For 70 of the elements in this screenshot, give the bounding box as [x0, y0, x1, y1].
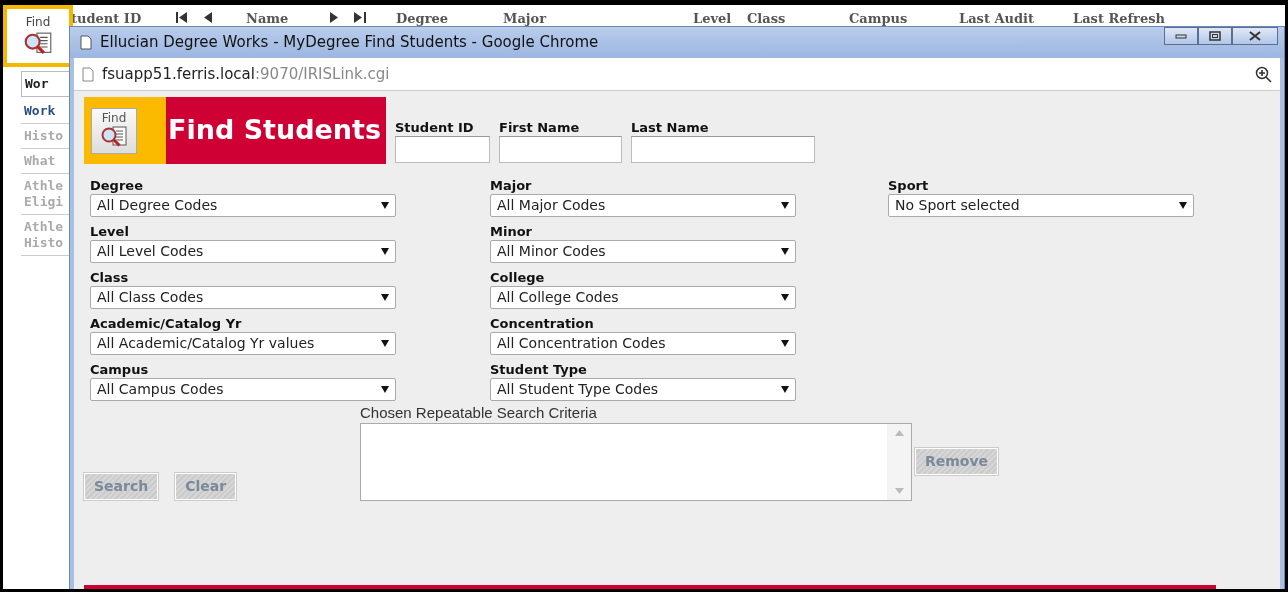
column-header[interactable]: Class	[747, 11, 849, 27]
column-header[interactable]: Major	[503, 11, 693, 27]
field-label: Class	[90, 270, 130, 286]
find-button[interactable]: Find	[3, 5, 73, 67]
dropdown[interactable]: All College Codes	[490, 286, 796, 309]
field-label: Sport	[888, 178, 930, 194]
magnifier-document-icon	[99, 124, 129, 149]
magnifier-document-icon	[22, 31, 54, 57]
caret-icon	[381, 294, 389, 301]
caret-icon	[781, 202, 789, 209]
field-label: Degree	[90, 178, 144, 194]
field-label: Minor	[490, 224, 533, 240]
caret-icon	[381, 248, 389, 255]
restore-button[interactable]	[1198, 27, 1232, 45]
previous-icon[interactable]	[204, 12, 212, 23]
dropdown[interactable]: All Academic/Catalog Yr values	[90, 332, 396, 355]
field-label: Campus	[90, 362, 150, 378]
find-button[interactable]: Find	[91, 107, 137, 154]
column-header[interactable]: Level	[693, 11, 747, 27]
dropdown[interactable]: All Concentration Codes	[490, 332, 796, 355]
close-icon	[1249, 31, 1261, 41]
criteria-label: Chosen Repeatable Search Criteria	[360, 405, 598, 421]
minimize-button[interactable]	[1164, 27, 1198, 45]
text-field[interactable]	[499, 136, 622, 163]
caret-icon	[781, 386, 789, 393]
url-path: :9070/IRISLink.cgi	[255, 63, 390, 85]
field-label: Student ID	[395, 120, 475, 136]
caret-icon	[781, 294, 789, 301]
column-header[interactable]: Degree	[396, 11, 503, 27]
dropdown[interactable]: All Degree Codes	[90, 194, 396, 217]
column-header[interactable]: Campus	[849, 11, 959, 27]
caret-icon	[381, 202, 389, 209]
caret-icon	[381, 340, 389, 347]
page-icon	[82, 66, 94, 82]
field-label: Concentration	[490, 316, 595, 332]
dropdown[interactable]: All Minor Codes	[490, 240, 796, 263]
url-host: fsuapp51.ferris.local	[102, 63, 255, 85]
zoom-icon[interactable]	[1255, 65, 1272, 83]
dropdown[interactable]: No Sport selected	[888, 194, 1194, 217]
field-label: Major	[490, 178, 533, 194]
column-header[interactable]: Last Audit	[959, 11, 1073, 27]
last-page-icon[interactable]	[354, 12, 366, 23]
field-label: Academic/Catalog Yr	[90, 316, 243, 332]
next-icon[interactable]	[330, 12, 338, 23]
field-label: Student Type	[490, 362, 588, 378]
minimize-icon	[1175, 33, 1187, 39]
close-button[interactable]	[1232, 27, 1278, 45]
field-label: First Name	[499, 120, 581, 136]
dropdown[interactable]: All Major Codes	[490, 194, 796, 217]
restore-icon	[1209, 31, 1221, 41]
field-label: Last Name	[631, 120, 710, 136]
caret-icon	[1179, 202, 1187, 209]
caret-icon	[781, 248, 789, 255]
text-field[interactable]	[631, 136, 815, 163]
first-page-icon[interactable]	[176, 12, 188, 23]
column-header[interactable]: Last Refresh	[1073, 11, 1203, 27]
page-title: Find Students	[166, 97, 386, 164]
dropdown[interactable]: All Level Codes	[90, 240, 396, 263]
column-header[interactable]: tudent ID	[71, 11, 176, 27]
dropdown[interactable]: All Campus Codes	[90, 378, 396, 401]
page-icon	[80, 35, 92, 50]
field-label: College	[490, 270, 546, 286]
dropdown[interactable]: All Student Type Codes	[490, 378, 796, 401]
window-title: Ellucian Degree Works - MyDegree Find Students - Google Chrome	[100, 32, 599, 54]
caret-icon	[381, 386, 389, 393]
caret-icon	[781, 340, 789, 347]
field-label: Level	[90, 224, 130, 240]
dropdown[interactable]: All Class Codes	[90, 286, 396, 309]
column-header[interactable]: Name	[246, 11, 330, 27]
text-field[interactable]	[395, 136, 490, 163]
